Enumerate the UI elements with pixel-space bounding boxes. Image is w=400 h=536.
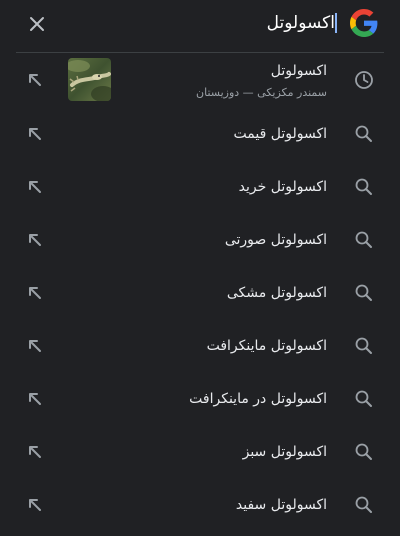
suggestion-sublabel: سمندر مکزیکی — دوزیستان xyxy=(196,86,327,99)
suggestion-label: اکسولوتل خرید xyxy=(238,178,327,195)
arrow-up-left-icon[interactable] xyxy=(26,496,44,514)
arrow-up-left-icon[interactable] xyxy=(26,231,44,249)
suggestion-label: اکسولوتل سفید xyxy=(235,496,327,513)
arrow-up-left-icon[interactable] xyxy=(26,125,44,143)
search-icon xyxy=(355,337,372,354)
suggestion-item[interactable]: اکسولوتل سبز xyxy=(0,425,400,478)
search-icon xyxy=(355,178,372,195)
suggestion-item[interactable]: اکسولوتل در ماینکرافت xyxy=(0,372,400,425)
close-icon xyxy=(30,17,44,31)
suggestion-label: اکسولوتل در ماینکرافت xyxy=(189,390,327,407)
suggestion-label: اکسولوتل قیمت xyxy=(233,125,327,142)
suggestion-item[interactable]: اکسولوتل ماینکرافت xyxy=(0,319,400,372)
arrow-up-left-icon[interactable] xyxy=(26,71,44,89)
suggestion-label: اکسولوتل ماینکرافت xyxy=(206,337,327,354)
search-input[interactable]: اکسولوتل xyxy=(88,8,338,38)
search-icon xyxy=(355,496,372,513)
search-icon xyxy=(355,231,372,248)
suggestion-label: اکسولوتل سبز xyxy=(242,443,327,460)
text-caret xyxy=(335,13,337,33)
arrow-up-left-icon[interactable] xyxy=(26,178,44,196)
suggestion-list: اکسولوتل سمندر مکزیکی — دوزیستان اکسولوت… xyxy=(0,53,400,531)
suggestion-item[interactable]: اکسولوتل سفید xyxy=(0,478,400,531)
search-query: اکسولوتل xyxy=(266,13,335,33)
history-icon xyxy=(355,71,373,89)
clear-button[interactable] xyxy=(24,11,50,37)
suggestion-label: اکسولوتل مشکی xyxy=(226,284,327,301)
arrow-up-left-icon[interactable] xyxy=(26,443,44,461)
search-icon xyxy=(355,443,372,460)
arrow-up-left-icon[interactable] xyxy=(26,284,44,302)
search-icon xyxy=(355,125,372,142)
suggestion-item[interactable]: اکسولوتل خرید xyxy=(0,160,400,213)
axolotl-thumbnail xyxy=(68,58,111,101)
suggestion-item[interactable]: اکسولوتل قیمت xyxy=(0,107,400,160)
suggestion-label: اکسولوتل صورتی xyxy=(224,231,327,248)
suggestion-item[interactable]: اکسولوتل سمندر مکزیکی — دوزیستان xyxy=(0,53,400,107)
suggestion-item[interactable]: اکسولوتل صورتی xyxy=(0,213,400,266)
arrow-up-left-icon[interactable] xyxy=(26,337,44,355)
search-header: اکسولوتل xyxy=(0,0,400,52)
arrow-up-left-icon[interactable] xyxy=(26,390,44,408)
search-icon xyxy=(355,390,372,407)
suggestion-item[interactable]: اکسولوتل مشکی xyxy=(0,266,400,319)
suggestion-label: اکسولوتل xyxy=(270,63,327,79)
google-logo-icon xyxy=(350,9,378,37)
search-icon xyxy=(355,284,372,301)
